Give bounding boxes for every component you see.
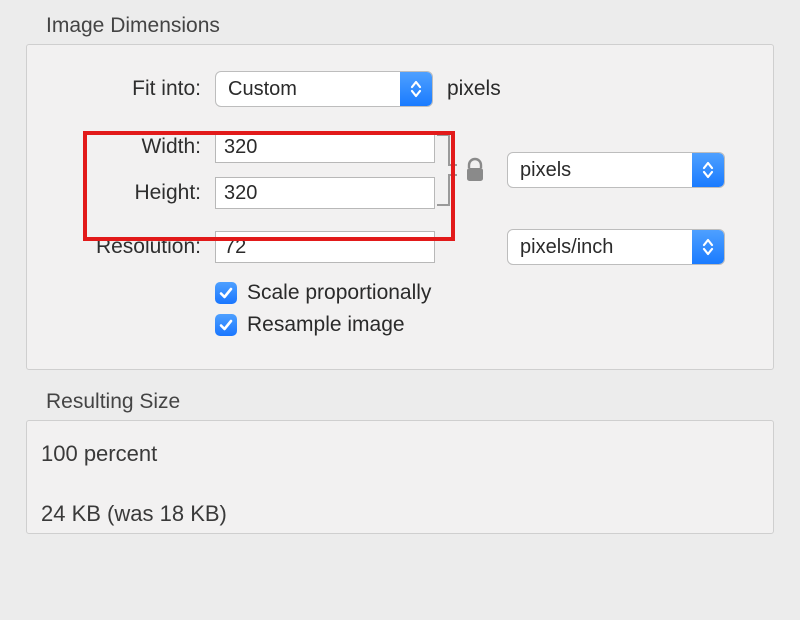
fit-into-select[interactable]: Custom [215,71,433,107]
fit-into-label: Fit into: [51,77,215,101]
chevron-up-down-icon [692,153,724,187]
fit-into-units: pixels [447,77,501,101]
width-height-units-select[interactable]: pixels [507,152,725,188]
checkmark-icon [215,282,237,304]
scale-proportionally-checkbox[interactable]: Scale proportionally [215,281,749,305]
resample-image-label: Resample image [247,313,405,337]
lock-icon[interactable] [461,157,489,183]
image-dimensions-heading: Image Dimensions [46,14,774,38]
resolution-label: Resolution: [51,235,215,259]
resulting-percent: 100 percent [41,441,767,467]
checkmark-icon [215,314,237,336]
link-bracket [435,129,461,211]
resolution-units-value: pixels/inch [520,236,613,259]
fit-into-row: Fit into: Custom pixels [51,71,749,107]
resolution-row: Resolution: pixels/inch [51,229,749,265]
height-input[interactable] [215,177,435,209]
resulting-size-heading: Resulting Size [46,390,774,414]
resample-image-checkbox[interactable]: Resample image [215,313,749,337]
fit-into-value: Custom [228,78,297,101]
height-label: Height: [51,181,215,205]
resolution-units-select[interactable]: pixels/inch [507,229,725,265]
resulting-size-panel: 100 percent 24 KB (was 18 KB) [26,420,774,534]
width-input[interactable] [215,131,435,163]
image-dimensions-panel: Fit into: Custom pixels Width: Height: [26,44,774,370]
scale-proportionally-label: Scale proportionally [247,281,431,305]
width-height-units-value: pixels [520,159,571,182]
image-dimensions-dialog: Image Dimensions Fit into: Custom pixels… [0,14,800,534]
resolution-input[interactable] [215,231,435,263]
width-height-block: Width: Height: pixels [51,129,749,211]
chevron-up-down-icon [692,230,724,264]
resulting-filesize: 24 KB (was 18 KB) [41,501,767,527]
chevron-up-down-icon [400,72,432,106]
width-label: Width: [51,135,215,159]
